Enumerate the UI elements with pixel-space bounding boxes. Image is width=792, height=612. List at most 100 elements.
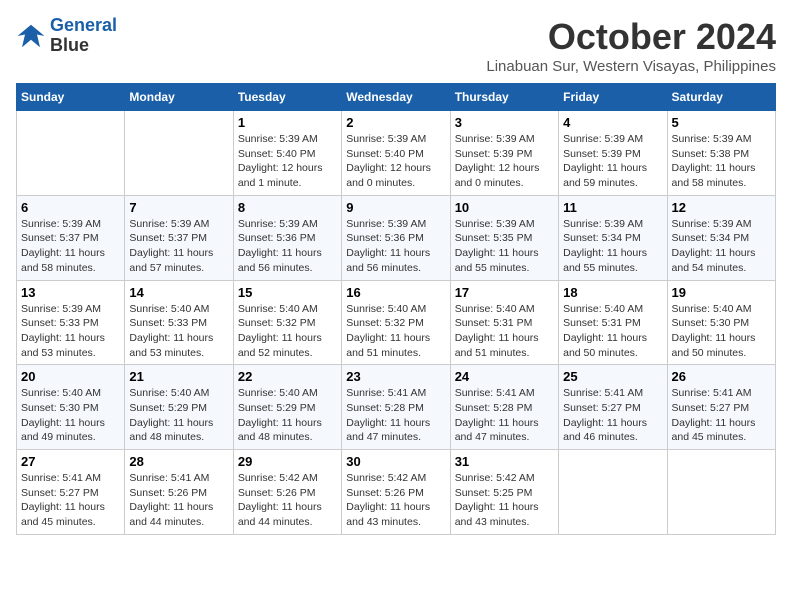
day-info: Sunrise: 5:40 AM Sunset: 5:32 PM Dayligh… bbox=[346, 302, 445, 361]
day-number: 7 bbox=[129, 200, 228, 215]
day-number: 24 bbox=[455, 369, 554, 384]
day-info: Sunrise: 5:39 AM Sunset: 5:40 PM Dayligh… bbox=[238, 132, 337, 191]
table-row: 30 Sunrise: 5:42 AM Sunset: 5:26 PM Dayli… bbox=[342, 450, 450, 535]
header-thursday: Thursday bbox=[450, 84, 558, 111]
logo: GeneralBlue bbox=[16, 16, 117, 56]
day-info: Sunrise: 5:40 AM Sunset: 5:30 PM Dayligh… bbox=[672, 302, 771, 361]
day-info: Sunrise: 5:41 AM Sunset: 5:28 PM Dayligh… bbox=[455, 386, 554, 445]
table-row: 8 Sunrise: 5:39 AM Sunset: 5:36 PM Daylig… bbox=[233, 195, 341, 280]
day-info: Sunrise: 5:40 AM Sunset: 5:31 PM Dayligh… bbox=[455, 302, 554, 361]
day-number: 15 bbox=[238, 285, 337, 300]
table-row: 7Sunrise: 5:39 AM Sunset: 5:37 PM Daylig… bbox=[125, 195, 233, 280]
logo-icon bbox=[16, 21, 46, 51]
table-row: 28 Sunrise: 5:41 AM Sunset: 5:26 PM Dayli… bbox=[125, 450, 233, 535]
day-info: Sunrise: 5:39 AM Sunset: 5:39 PM Dayligh… bbox=[455, 132, 554, 191]
day-number: 3 bbox=[455, 115, 554, 130]
day-info: Sunrise: 5:39 AM Sunset: 5:40 PM Dayligh… bbox=[346, 132, 445, 191]
day-number: 4 bbox=[563, 115, 662, 130]
day-number: 1 bbox=[238, 115, 337, 130]
header-wednesday: Wednesday bbox=[342, 84, 450, 111]
header-friday: Friday bbox=[559, 84, 667, 111]
day-number: 17 bbox=[455, 285, 554, 300]
day-number: 25 bbox=[563, 369, 662, 384]
day-info: Sunrise: 5:39 AM Sunset: 5:34 PM Dayligh… bbox=[672, 217, 771, 276]
table-row: 31 Sunrise: 5:42 AM Sunset: 5:25 PM Dayli… bbox=[450, 450, 558, 535]
day-number: 8 bbox=[238, 200, 337, 215]
table-row: 23Sunrise: 5:41 AM Sunset: 5:28 PM Dayli… bbox=[342, 365, 450, 450]
table-row: 27Sunrise: 5:41 AM Sunset: 5:27 PM Dayli… bbox=[17, 450, 125, 535]
table-row: 3 Sunrise: 5:39 AM Sunset: 5:39 PM Daylig… bbox=[450, 111, 558, 196]
table-row: 12 Sunrise: 5:39 AM Sunset: 5:34 PM Dayli… bbox=[667, 195, 775, 280]
calendar-header-row: Sunday Monday Tuesday Wednesday Thursday… bbox=[17, 84, 776, 111]
day-info: Sunrise: 5:40 AM Sunset: 5:29 PM Dayligh… bbox=[129, 386, 228, 445]
table-row: 2Sunrise: 5:39 AM Sunset: 5:40 PM Daylig… bbox=[342, 111, 450, 196]
day-info: Sunrise: 5:39 AM Sunset: 5:34 PM Dayligh… bbox=[563, 217, 662, 276]
day-number: 10 bbox=[455, 200, 554, 215]
day-info: Sunrise: 5:41 AM Sunset: 5:27 PM Dayligh… bbox=[672, 386, 771, 445]
day-number: 18 bbox=[563, 285, 662, 300]
calendar-week-row: 27Sunrise: 5:41 AM Sunset: 5:27 PM Dayli… bbox=[17, 450, 776, 535]
day-info: Sunrise: 5:39 AM Sunset: 5:35 PM Dayligh… bbox=[455, 217, 554, 276]
calendar-week-row: 1 Sunrise: 5:39 AM Sunset: 5:40 PM Daylig… bbox=[17, 111, 776, 196]
day-number: 28 bbox=[129, 454, 228, 469]
table-row: 13 Sunrise: 5:39 AM Sunset: 5:33 PM Dayli… bbox=[17, 280, 125, 365]
day-info: Sunrise: 5:39 AM Sunset: 5:36 PM Dayligh… bbox=[346, 217, 445, 276]
table-row: 1 Sunrise: 5:39 AM Sunset: 5:40 PM Daylig… bbox=[233, 111, 341, 196]
table-row bbox=[559, 450, 667, 535]
day-info: Sunrise: 5:39 AM Sunset: 5:38 PM Dayligh… bbox=[672, 132, 771, 191]
day-number: 14 bbox=[129, 285, 228, 300]
table-row: 10 Sunrise: 5:39 AM Sunset: 5:35 PM Dayli… bbox=[450, 195, 558, 280]
day-info: Sunrise: 5:42 AM Sunset: 5:25 PM Dayligh… bbox=[455, 471, 554, 530]
day-number: 30 bbox=[346, 454, 445, 469]
day-number: 21 bbox=[129, 369, 228, 384]
table-row: 19Sunrise: 5:40 AM Sunset: 5:30 PM Dayli… bbox=[667, 280, 775, 365]
day-number: 5 bbox=[672, 115, 771, 130]
day-number: 31 bbox=[455, 454, 554, 469]
table-row: 24 Sunrise: 5:41 AM Sunset: 5:28 PM Dayli… bbox=[450, 365, 558, 450]
day-info: Sunrise: 5:42 AM Sunset: 5:26 PM Dayligh… bbox=[346, 471, 445, 530]
day-number: 22 bbox=[238, 369, 337, 384]
table-row: 5 Sunrise: 5:39 AM Sunset: 5:38 PM Daylig… bbox=[667, 111, 775, 196]
table-row: 9 Sunrise: 5:39 AM Sunset: 5:36 PM Daylig… bbox=[342, 195, 450, 280]
day-info: Sunrise: 5:40 AM Sunset: 5:29 PM Dayligh… bbox=[238, 386, 337, 445]
table-row: 22 Sunrise: 5:40 AM Sunset: 5:29 PM Dayli… bbox=[233, 365, 341, 450]
day-number: 27 bbox=[21, 454, 120, 469]
day-number: 23 bbox=[346, 369, 445, 384]
table-row: 11 Sunrise: 5:39 AM Sunset: 5:34 PM Dayli… bbox=[559, 195, 667, 280]
table-row: 17 Sunrise: 5:40 AM Sunset: 5:31 PM Dayli… bbox=[450, 280, 558, 365]
header-saturday: Saturday bbox=[667, 84, 775, 111]
day-info: Sunrise: 5:39 AM Sunset: 5:39 PM Dayligh… bbox=[563, 132, 662, 191]
day-number: 9 bbox=[346, 200, 445, 215]
calendar-table: Sunday Monday Tuesday Wednesday Thursday… bbox=[16, 83, 776, 535]
day-number: 26 bbox=[672, 369, 771, 384]
table-row bbox=[125, 111, 233, 196]
table-row: 14Sunrise: 5:40 AM Sunset: 5:33 PM Dayli… bbox=[125, 280, 233, 365]
table-row: 26 Sunrise: 5:41 AM Sunset: 5:27 PM Dayli… bbox=[667, 365, 775, 450]
table-row: 20 Sunrise: 5:40 AM Sunset: 5:30 PM Dayli… bbox=[17, 365, 125, 450]
day-number: 11 bbox=[563, 200, 662, 215]
day-info: Sunrise: 5:40 AM Sunset: 5:31 PM Dayligh… bbox=[563, 302, 662, 361]
location-title: Linabuan Sur, Western Visayas, Philippin… bbox=[486, 58, 776, 75]
day-info: Sunrise: 5:39 AM Sunset: 5:37 PM Dayligh… bbox=[21, 217, 120, 276]
table-row: 15 Sunrise: 5:40 AM Sunset: 5:32 PM Dayli… bbox=[233, 280, 341, 365]
table-row: 21 Sunrise: 5:40 AM Sunset: 5:29 PM Dayli… bbox=[125, 365, 233, 450]
day-info: Sunrise: 5:40 AM Sunset: 5:32 PM Dayligh… bbox=[238, 302, 337, 361]
day-number: 29 bbox=[238, 454, 337, 469]
calendar-week-row: 13 Sunrise: 5:39 AM Sunset: 5:33 PM Dayli… bbox=[17, 280, 776, 365]
table-row bbox=[667, 450, 775, 535]
day-info: Sunrise: 5:39 AM Sunset: 5:33 PM Dayligh… bbox=[21, 302, 120, 361]
day-number: 13 bbox=[21, 285, 120, 300]
table-row: 29Sunrise: 5:42 AM Sunset: 5:26 PM Dayli… bbox=[233, 450, 341, 535]
day-number: 12 bbox=[672, 200, 771, 215]
day-number: 20 bbox=[21, 369, 120, 384]
table-row: 4 Sunrise: 5:39 AM Sunset: 5:39 PM Daylig… bbox=[559, 111, 667, 196]
table-row: 25Sunrise: 5:41 AM Sunset: 5:27 PM Dayli… bbox=[559, 365, 667, 450]
table-row bbox=[17, 111, 125, 196]
day-info: Sunrise: 5:40 AM Sunset: 5:30 PM Dayligh… bbox=[21, 386, 120, 445]
logo-text: GeneralBlue bbox=[50, 16, 117, 56]
day-info: Sunrise: 5:39 AM Sunset: 5:36 PM Dayligh… bbox=[238, 217, 337, 276]
day-info: Sunrise: 5:41 AM Sunset: 5:26 PM Dayligh… bbox=[129, 471, 228, 530]
header-sunday: Sunday bbox=[17, 84, 125, 111]
table-row: 18 Sunrise: 5:40 AM Sunset: 5:31 PM Dayli… bbox=[559, 280, 667, 365]
table-row: 16Sunrise: 5:40 AM Sunset: 5:32 PM Dayli… bbox=[342, 280, 450, 365]
